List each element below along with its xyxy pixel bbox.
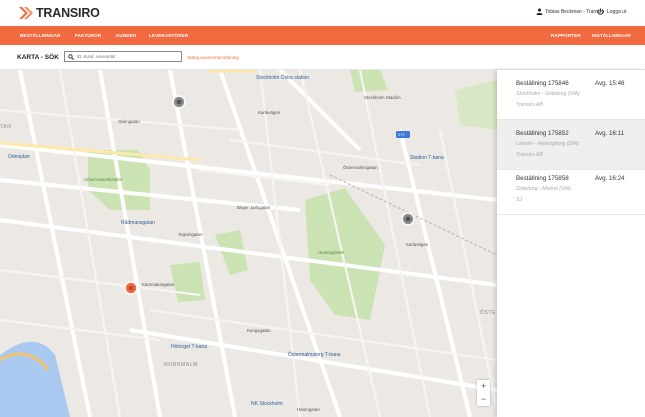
user-icon <box>536 8 543 15</box>
map-label-karlavagen-east: Karlavägen <box>406 242 429 247</box>
user-menu[interactable]: Tobias Beckman - Transiro <box>536 8 604 15</box>
order-list: Beställning 175846 Avg. 15:46 Stockholm … <box>497 70 645 417</box>
map-label-vasastan: TAN <box>0 124 12 130</box>
order-item[interactable]: Beställning 175858 Avg. 16:24 Göteborg -… <box>497 165 645 215</box>
user-name: Tobias Beckman - Transiro <box>545 8 605 15</box>
search-input[interactable] <box>77 54 177 59</box>
zoom-out-button[interactable]: − <box>477 393 490 406</box>
order-route: Göteborg - Malmö (VIA) <box>516 186 572 192</box>
order-departure: Avg. 16:24 <box>595 175 625 182</box>
order-item[interactable]: Beställning 175852 Avg. 16:11 Laholm - H… <box>497 120 645 170</box>
map-label-ostermalmstorg[interactable]: Östermalmstorg T-bana <box>288 352 340 358</box>
nav-item-reports[interactable]: RAPPORTER <box>551 33 581 38</box>
brand-name: TRANSIRO <box>36 6 100 20</box>
page-title: KARTA - SÖK <box>17 54 59 61</box>
map-label-tegnergatan: Tegnérgatan <box>178 232 203 237</box>
zoom-in-button[interactable]: + <box>477 380 490 393</box>
order-number: Beställning 175852 <box>516 130 569 137</box>
order-departure: Avg. 15:46 <box>595 80 625 87</box>
zoom-control: + − <box>477 380 490 406</box>
map-label-radmansgatan[interactable]: Rådmansgatan <box>121 220 155 226</box>
map-label-odenplan[interactable]: Odenplan <box>8 154 30 160</box>
nav-item-suppliers[interactable]: LEVERANTÖRER <box>149 33 188 38</box>
nav-item-orders[interactable]: BESTÄLLNINGAR <box>20 33 61 38</box>
logout-label: Logga ut <box>607 8 627 15</box>
order-item[interactable]: Beställning 175846 Avg. 15:46 Stockholm … <box>497 70 645 120</box>
search-bar: KARTA - SÖK Stäng avancerad sökning <box>0 45 645 70</box>
map-label-nk-stockholm[interactable]: NK Stockholm <box>251 401 283 407</box>
transiro-logo[interactable]: TRANSIRO <box>18 5 100 21</box>
main-nav: BESTÄLLNINGAR FAKTUROR KUNDER LEVERANTÖR… <box>0 26 645 45</box>
map-label-hotorget[interactable]: Hötorget T-bana <box>171 344 207 350</box>
search-field[interactable] <box>64 51 182 62</box>
map-label-ostermalmsgatan: Östermalmsgatan <box>343 165 378 170</box>
map-label-hamngatan: Hamngatan <box>297 407 320 412</box>
order-departure: Avg. 16:11 <box>595 130 625 137</box>
order-carrier: Transiro AB <box>516 102 543 108</box>
order-carrier: SJ <box>516 197 523 203</box>
map-label-humlegarden[interactable]: Humlegården <box>318 250 344 255</box>
order-route: Laholm - Helsingborg (DIR) <box>516 141 580 147</box>
transiro-chevron-logo-icon <box>19 7 33 19</box>
order-carrier: Transiro AB <box>516 152 543 158</box>
map-label-birger-jarlsgatan: Birger Jarlsgatan <box>237 205 271 210</box>
map-view[interactable]: 277 Stockholm Östra station Stockholm St… <box>0 70 497 417</box>
nav-item-settings[interactable]: INSTÄLLNINGAR <box>592 33 631 38</box>
map-label-stockholm-stadion[interactable]: Stockholm Stadion <box>364 95 401 100</box>
map-label-kungsgatan: Kungsgatan <box>247 328 271 333</box>
top-bar: TRANSIRO Tobias Beckman - Transiro Logga… <box>0 0 645 26</box>
order-route: Stockholm - Göteborg (VIA) <box>516 91 580 97</box>
map-label-ostermalm: ÖSTE <box>480 310 497 316</box>
search-icon <box>68 53 74 60</box>
map-label-stockholm-ostra[interactable]: Stockholm Östra station <box>256 75 309 81</box>
road-badge: 277 <box>398 132 405 137</box>
nav-item-customers[interactable]: KUNDER <box>116 33 136 38</box>
logout-button[interactable]: Logga ut <box>597 8 626 15</box>
map-label-stadion-tbana[interactable]: Stadion T-bana <box>410 155 444 161</box>
close-advanced-search-link[interactable]: Stäng avancerad sökning <box>187 55 239 60</box>
order-number: Beställning 175858 <box>516 175 569 182</box>
nav-item-invoices[interactable]: FAKTUROR <box>75 33 101 38</box>
map-label-observatorielunden[interactable]: Observatorielunden <box>84 177 122 182</box>
order-number: Beställning 175846 <box>516 80 569 87</box>
map-label-odengatan: Odengatan <box>118 119 140 124</box>
power-icon <box>597 8 604 15</box>
map-label-kammakargatan: Kammakargatan <box>142 282 175 287</box>
map-label-norrmalm: NORRMALM <box>164 362 198 368</box>
map-label-karlavagen: Karlavägen <box>258 110 281 115</box>
